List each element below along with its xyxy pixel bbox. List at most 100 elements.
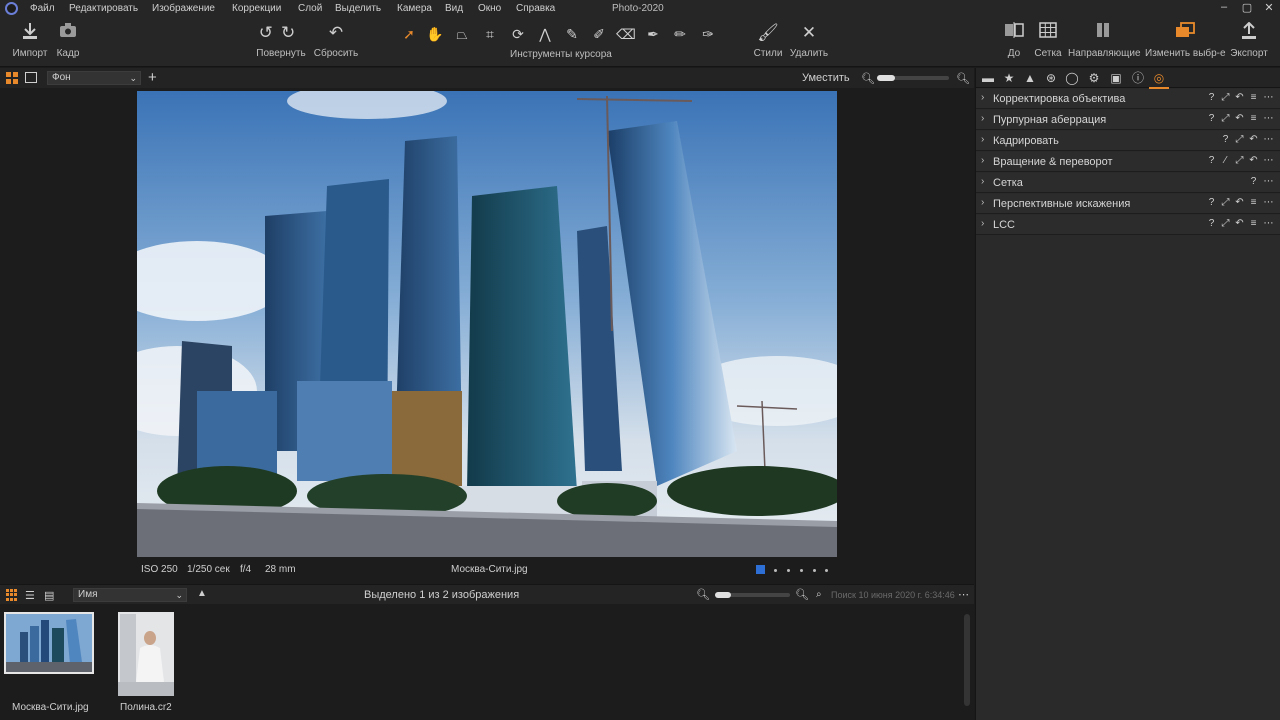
zoom-out-icon[interactable]: 🔍︎ [861, 72, 875, 85]
erase-mask-icon[interactable]: ⌫ [616, 24, 636, 44]
reset-tool-icon[interactable]: ↶ [1234, 218, 1245, 229]
background-select[interactable]: Фон ⌄ [47, 71, 141, 85]
tool-lens-correction[interactable]: › Корректировка объектива ? ⤢ ↶ ≡ ⋯ [976, 89, 1280, 109]
tool-purple-fringing[interactable]: › Пурпурная аберрация ? ⤢ ↶ ≡ ⋯ [976, 110, 1280, 130]
presets-icon[interactable]: ≡ [1248, 218, 1259, 229]
presets-icon[interactable]: ≡ [1248, 197, 1259, 208]
expand-icon[interactable]: ⤢ [1220, 218, 1231, 229]
single-view-icon[interactable] [25, 72, 37, 83]
more-icon[interactable]: ⋯ [958, 588, 969, 601]
reset-tool-icon[interactable]: ↶ [1248, 155, 1259, 166]
close-window-icon[interactable]: ✕ [1260, 1, 1278, 17]
more-icon[interactable]: ⋯ [1263, 155, 1274, 166]
pager-dot[interactable] [825, 569, 828, 572]
expand-icon[interactable]: ⤢ [1220, 197, 1231, 208]
thumbnail-size-handle[interactable] [715, 592, 731, 598]
browser-scrollbar[interactable] [964, 614, 970, 706]
zoom-slider[interactable] [877, 75, 949, 81]
menu-window[interactable]: Окно [478, 3, 501, 14]
thumbnail-view-icon[interactable] [6, 589, 18, 601]
change-selection-button[interactable]: Изменить выбр-е [1145, 22, 1226, 64]
guides-button[interactable]: Направляющие [1068, 22, 1141, 64]
presets-icon[interactable]: ≡ [1248, 113, 1259, 124]
tool-crop[interactable]: › Кадрировать ? ⤢ ↶ ⋯ [976, 131, 1280, 151]
pager-dot[interactable] [774, 569, 777, 572]
reset-tool-icon[interactable]: ↶ [1234, 92, 1245, 103]
grid-button[interactable]: Сетка [1032, 22, 1064, 64]
tool-rotation-flip[interactable]: › Вращение & переворот ? ⁄ ⤢ ↶ ⋯ [976, 152, 1280, 172]
eraser-icon[interactable]: ✐ [589, 24, 609, 44]
thumbnail-size-slider[interactable] [715, 592, 790, 598]
gradient-icon[interactable]: ✑ [698, 24, 718, 44]
main-photo[interactable] [137, 91, 837, 557]
menu-adjustments[interactable]: Коррекции [232, 3, 281, 14]
select-arrow-icon[interactable]: ➚ [399, 24, 419, 44]
straighten-icon[interactable]: ⁄ [1220, 155, 1231, 166]
sort-select[interactable]: Имя ⌄ [73, 588, 187, 602]
export-button[interactable]: Экспорт [1229, 21, 1269, 64]
tool-lcc[interactable]: › LCC ? ⤢ ↶ ≡ ⋯ [976, 215, 1280, 235]
thumb-smaller-icon[interactable]: 🔍︎ [696, 588, 710, 601]
multi-view-icon[interactable] [6, 72, 18, 84]
menu-select[interactable]: Выделить [335, 3, 381, 14]
keystone-icon[interactable]: ⏢ [452, 24, 472, 44]
pager-dot[interactable] [813, 569, 816, 572]
styles-button[interactable]: 🖌 Стили [752, 22, 784, 64]
reset-tool-icon[interactable]: ↶ [1248, 134, 1259, 145]
more-icon[interactable]: ⋯ [1263, 113, 1274, 124]
more-icon[interactable]: ⋯ [1263, 218, 1274, 229]
rotate-tool-icon[interactable]: ⟳ [508, 24, 528, 44]
pen-icon[interactable]: ✒ [643, 24, 663, 44]
menu-camera[interactable]: Камера [397, 3, 432, 14]
zoom-in-icon[interactable]: 🔍︎ [956, 72, 970, 85]
list-view-icon[interactable]: ☰ [25, 589, 35, 602]
fit-button[interactable]: Уместить [802, 72, 850, 84]
filmstrip-view-icon[interactable]: ▤ [44, 589, 54, 602]
clipboard-icon[interactable]: ▣ [1108, 70, 1124, 86]
menu-help[interactable]: Справка [516, 3, 555, 14]
help-icon[interactable]: ? [1248, 176, 1259, 187]
help-icon[interactable]: ? [1206, 92, 1217, 103]
help-icon[interactable]: ? [1206, 155, 1217, 166]
presets-icon[interactable]: ≡ [1248, 92, 1259, 103]
fill-icon[interactable]: ✏ [670, 24, 690, 44]
more-icon[interactable]: ⋯ [1263, 134, 1274, 145]
reset-tool-icon[interactable]: ↶ [1234, 113, 1245, 124]
help-icon[interactable]: ? [1206, 218, 1217, 229]
add-icon[interactable]: + [148, 69, 157, 86]
color-icon[interactable]: ⊛ [1043, 70, 1059, 86]
menu-file[interactable]: Файл [30, 3, 55, 14]
more-icon[interactable]: ⋯ [1263, 176, 1274, 187]
crop-icon[interactable]: ⌗ [480, 24, 500, 44]
info-icon[interactable]: ⓘ [1130, 70, 1146, 86]
pager-dot[interactable] [800, 569, 803, 572]
reset-button[interactable]: ↶ Сбросить [313, 22, 359, 64]
menu-view[interactable]: Вид [445, 3, 463, 14]
thumbnail-image[interactable] [118, 612, 174, 696]
minimize-icon[interactable]: ‒ [1215, 1, 1233, 17]
lens-icon[interactable]: ◎ [1149, 70, 1169, 89]
search-input[interactable]: ⌕ Поиск 10 июня 2020 г. 6:34:46 [816, 588, 956, 602]
thumb-larger-icon[interactable]: 🔍︎ [795, 588, 809, 601]
details-icon[interactable]: ◯ [1064, 70, 1080, 86]
import-button[interactable]: Импорт [10, 22, 50, 64]
expand-icon[interactable]: ⤢ [1220, 113, 1231, 124]
sort-direction-icon[interactable]: ▲ [197, 588, 207, 599]
thumbnail-image[interactable] [4, 612, 94, 674]
menu-image[interactable]: Изображение [152, 3, 215, 14]
menu-layer[interactable]: Слой [298, 3, 322, 14]
pager-dot[interactable] [787, 569, 790, 572]
exposure-icon[interactable]: ▲ [1022, 70, 1038, 86]
before-button[interactable]: До [1001, 22, 1027, 64]
tool-grid[interactable]: › Сетка ? ⋯ [976, 173, 1280, 193]
settings-icon[interactable]: ⚙ [1086, 70, 1102, 86]
more-icon[interactable]: ⋯ [1263, 92, 1274, 103]
hand-icon[interactable]: ✋ [425, 24, 445, 44]
pager-active[interactable] [756, 565, 765, 574]
maximize-icon[interactable]: ▢ [1238, 1, 1256, 17]
reset-tool-icon[interactable]: ↶ [1234, 197, 1245, 208]
expand-icon[interactable]: ⤢ [1234, 155, 1245, 166]
menu-edit[interactable]: Редактировать [69, 3, 138, 14]
more-icon[interactable]: ⋯ [1263, 197, 1274, 208]
tool-keystone[interactable]: › Перспективные искажения ? ⤢ ↶ ≡ ⋯ [976, 194, 1280, 214]
